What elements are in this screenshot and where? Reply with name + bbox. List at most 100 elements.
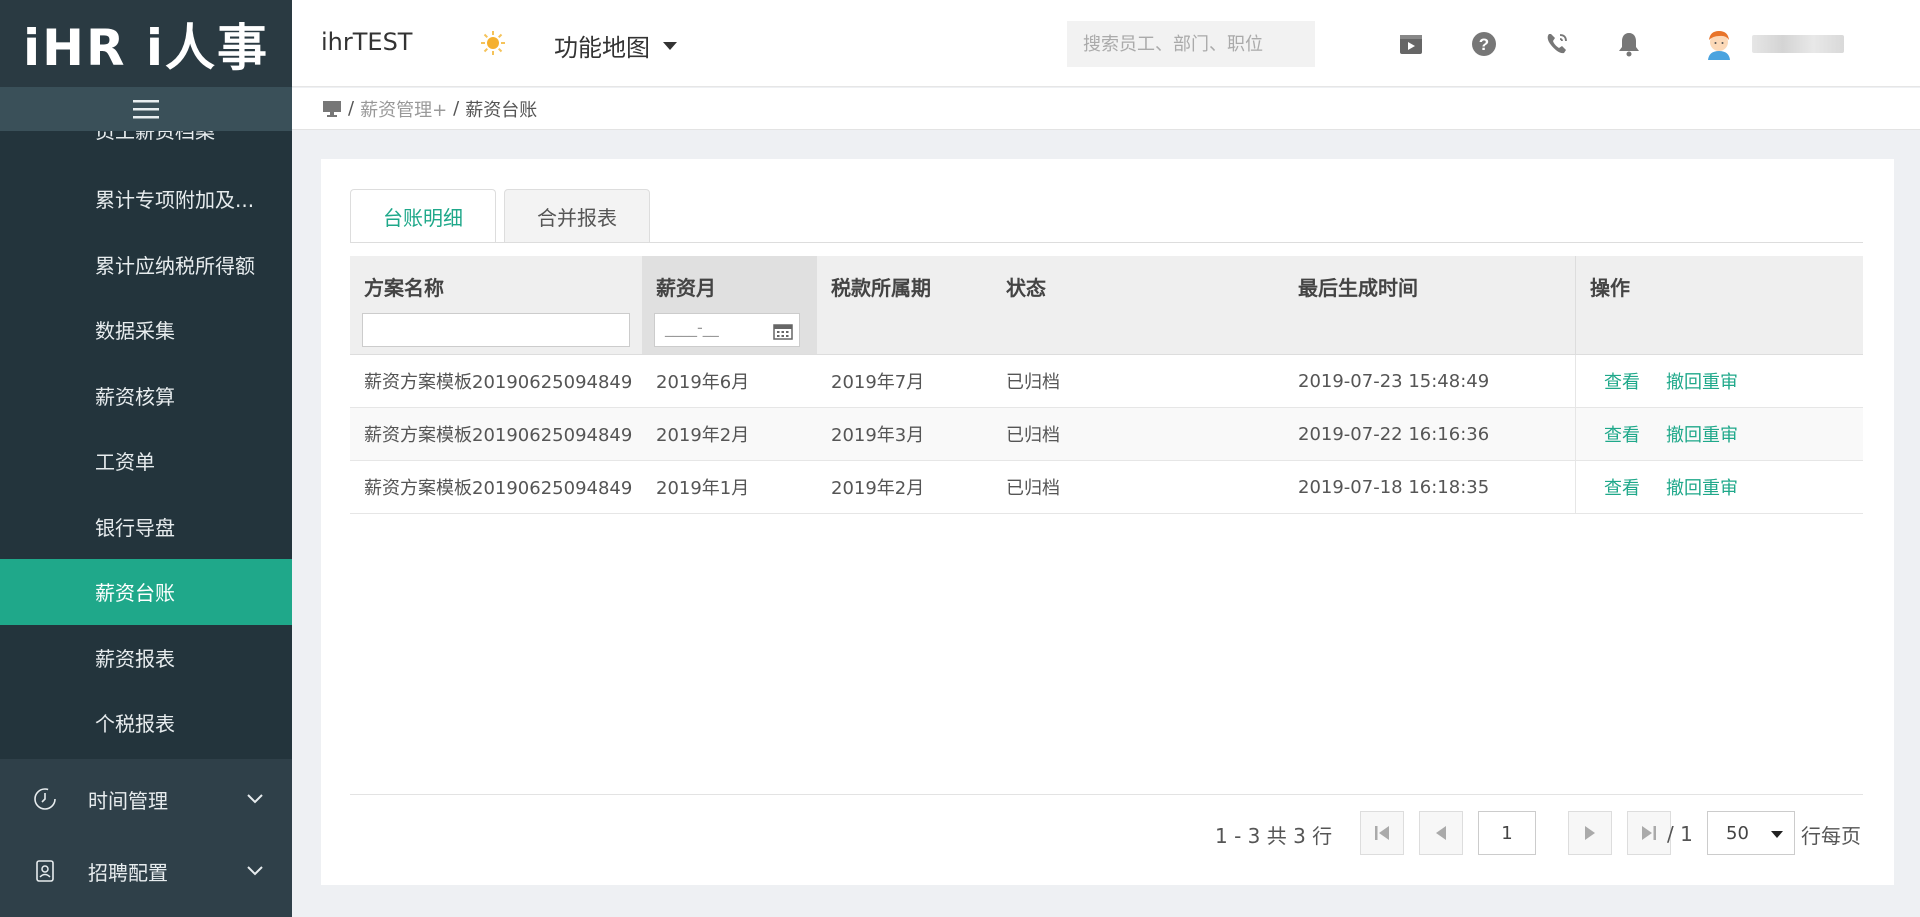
column-header-status[interactable]: 状态: [992, 256, 1284, 354]
tab-bar: 台账明细 合并报表: [350, 189, 658, 243]
column-header-last-generated[interactable]: 最后生成时间: [1284, 256, 1575, 354]
sidebar-item-payslip[interactable]: 工资单: [0, 428, 292, 494]
total-pages: / 1: [1667, 822, 1693, 846]
tab-merged-report[interactable]: 合并报表: [504, 189, 650, 243]
cell-tax-period: 2019年7月: [831, 372, 925, 393]
sidebar-item-salary-calc[interactable]: 薪资核算: [0, 363, 292, 429]
cell-status: 已归档: [1006, 425, 1060, 446]
badge-icon: [32, 858, 58, 884]
breadcrumb-separator: /: [453, 98, 460, 119]
pager-summary: 1 - 3 共 3 行: [1215, 823, 1333, 848]
page-number-input[interactable]: [1478, 811, 1536, 855]
video-icon[interactable]: [1397, 30, 1425, 58]
plan-name-filter-input[interactable]: [362, 313, 630, 347]
prev-page-icon: [1436, 826, 1446, 840]
logo: iHR i人事: [22, 18, 270, 77]
page-size-select[interactable]: 50: [1707, 811, 1795, 855]
search-input[interactable]: [1067, 21, 1315, 67]
salary-month-filter-input[interactable]: ____-__: [654, 313, 800, 347]
first-page-icon: [1375, 826, 1389, 840]
phone-icon[interactable]: [1543, 30, 1571, 58]
cell-last-generated: 2019-07-22 16:16:36: [1298, 423, 1490, 445]
column-header-salary-month[interactable]: 薪资月 ____-__: [642, 256, 817, 354]
sidebar-group-recruit[interactable]: 招聘配置: [0, 835, 292, 907]
sidebar-group-time[interactable]: 时间管理: [0, 763, 292, 835]
svg-text:?: ?: [1479, 35, 1489, 54]
cell-actions: 查看 撤回重审: [1575, 408, 1863, 460]
caret-down-icon: [663, 41, 677, 50]
calendar-icon[interactable]: [773, 322, 793, 340]
cell-actions: 查看 撤回重审: [1575, 461, 1863, 513]
sidebar-group-label: 招聘配置: [88, 860, 168, 885]
company-name: ihrTEST: [321, 28, 413, 56]
monitor-icon[interactable]: [322, 100, 342, 118]
cell-salary-month: 2019年6月: [656, 372, 750, 393]
cell-tax-period: 2019年2月: [831, 478, 925, 499]
revoke-review-link[interactable]: 撤回重审: [1666, 474, 1738, 500]
hamburger-icon: [133, 100, 159, 119]
bell-icon[interactable]: [1615, 30, 1643, 58]
ledger-table: 方案名称 薪资月 ____-__ 税款所属期 状态 最后生成时间 操作 薪资方案…: [350, 256, 1863, 514]
sidebar: iHR i人事 员工薪资档案 累计专项附加及... 累计应纳税所得额 数据采集 …: [0, 0, 292, 917]
cell-plan-name: 薪资方案模板20190625094849: [364, 372, 633, 393]
clock-icon: [32, 786, 58, 812]
last-page-button[interactable]: [1627, 811, 1671, 855]
cell-salary-month: 2019年1月: [656, 478, 750, 499]
table-header: 方案名称 薪资月 ____-__ 税款所属期 状态 最后生成时间 操作: [350, 256, 1863, 355]
per-page-label: 行每页: [1801, 823, 1861, 848]
cell-plan-name: 薪资方案模板20190625094849: [364, 478, 633, 499]
last-page-icon: [1642, 826, 1656, 840]
sidebar-item-salary-profile[interactable]: 员工薪资档案: [0, 131, 292, 144]
column-header-actions: 操作: [1575, 256, 1863, 354]
column-header-tax-period[interactable]: 税款所属期: [817, 256, 992, 354]
view-link[interactable]: 查看: [1604, 368, 1640, 394]
breadcrumb-separator: /: [348, 98, 355, 119]
avatar[interactable]: [1704, 28, 1734, 60]
sidebar-group-label: 时间管理: [88, 788, 168, 813]
menu-toggle-button[interactable]: [0, 87, 292, 131]
sidebar-item-taxable-income[interactable]: 累计应纳税所得额: [0, 232, 292, 298]
view-link[interactable]: 查看: [1604, 474, 1640, 500]
next-page-button[interactable]: [1568, 811, 1612, 855]
chevron-down-icon: [247, 866, 263, 876]
cell-actions: 查看 撤回重审: [1575, 355, 1863, 407]
sun-icon[interactable]: [480, 30, 506, 60]
tabs-divider: [350, 242, 1863, 243]
revoke-review-link[interactable]: 撤回重审: [1666, 421, 1738, 447]
column-header-plan-name[interactable]: 方案名称: [350, 256, 642, 354]
caret-down-icon: [1771, 831, 1783, 838]
cell-last-generated: 2019-07-23 15:48:49: [1298, 370, 1490, 392]
cell-last-generated: 2019-07-18 16:18:35: [1298, 476, 1490, 498]
sidebar-item-salary-ledger[interactable]: 薪资台账: [0, 559, 292, 625]
cell-plan-name: 薪资方案模板20190625094849: [364, 425, 633, 446]
content-card: 台账明细 合并报表 方案名称 薪资月 ____-__ 税款所属期 状态 最后生成…: [321, 159, 1894, 885]
logo-bar: iHR i人事: [0, 0, 292, 87]
sidebar-item-tax-report[interactable]: 个税报表: [0, 690, 292, 756]
next-page-icon: [1585, 826, 1595, 840]
table-row[interactable]: 薪资方案模板20190625094849 2019年6月 2019年7月 已归档…: [350, 355, 1863, 408]
prev-page-button[interactable]: [1419, 811, 1463, 855]
cell-tax-period: 2019年3月: [831, 425, 925, 446]
username-redacted[interactable]: [1752, 35, 1844, 53]
cell-status: 已归档: [1006, 478, 1060, 499]
tab-ledger-detail[interactable]: 台账明细: [350, 189, 496, 243]
sidebar-item-data-collection[interactable]: 数据采集: [0, 297, 292, 363]
salary-submenu: 员工薪资档案 累计专项附加及... 累计应纳税所得额 数据采集 薪资核算 工资单…: [0, 131, 292, 759]
function-map-dropdown[interactable]: 功能地图: [554, 28, 678, 63]
sidebar-item-special-deduction[interactable]: 累计专项附加及...: [0, 166, 292, 232]
breadcrumb-current: 薪资台账: [465, 99, 538, 121]
cell-status: 已归档: [1006, 372, 1060, 393]
sidebar-item-bank-export[interactable]: 银行导盘: [0, 494, 292, 560]
help-icon[interactable]: ?: [1470, 30, 1498, 58]
table-row[interactable]: 薪资方案模板20190625094849 2019年2月 2019年3月 已归档…: [350, 408, 1863, 461]
sidebar-item-salary-report[interactable]: 薪资报表: [0, 625, 292, 691]
revoke-review-link[interactable]: 撤回重审: [1666, 368, 1738, 394]
table-row[interactable]: 薪资方案模板20190625094849 2019年1月 2019年2月 已归档…: [350, 461, 1863, 514]
breadcrumb-parent-link[interactable]: 薪资管理+: [360, 96, 447, 122]
breadcrumb: / 薪资管理+ / 薪资台账: [292, 88, 1920, 130]
pager-divider: [350, 794, 1863, 795]
chevron-down-icon: [247, 794, 263, 804]
view-link[interactable]: 查看: [1604, 421, 1640, 447]
cell-salary-month: 2019年2月: [656, 425, 750, 446]
first-page-button[interactable]: [1360, 811, 1404, 855]
